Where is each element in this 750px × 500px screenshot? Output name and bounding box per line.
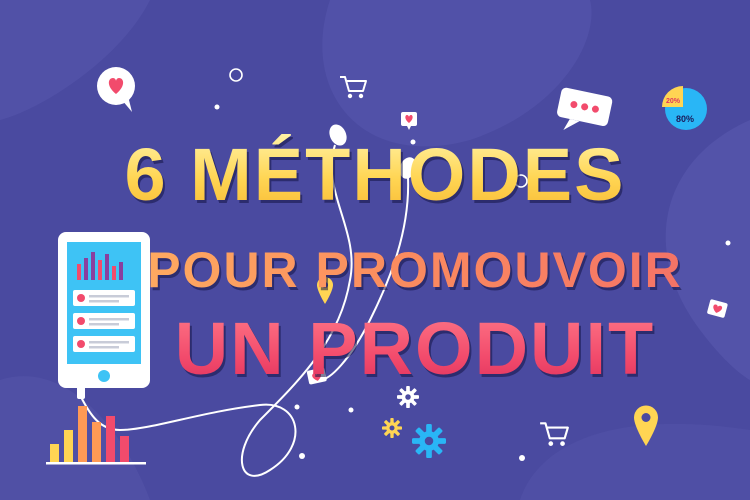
title-line-3: UN PRODUIT: [95, 306, 735, 391]
gear-icon: [412, 424, 446, 458]
banner: 20% 80% 6 MÉTHODES POUR PROMOUVOIR UN PR…: [0, 0, 750, 500]
title-line-2: POUR PROMOUVOIR: [95, 241, 735, 299]
bar-chart-icon: [46, 406, 146, 465]
title-line-1: 6 MÉTHODES: [0, 132, 750, 217]
location-pin-icon: [634, 405, 658, 446]
gear-icon: [382, 418, 402, 438]
